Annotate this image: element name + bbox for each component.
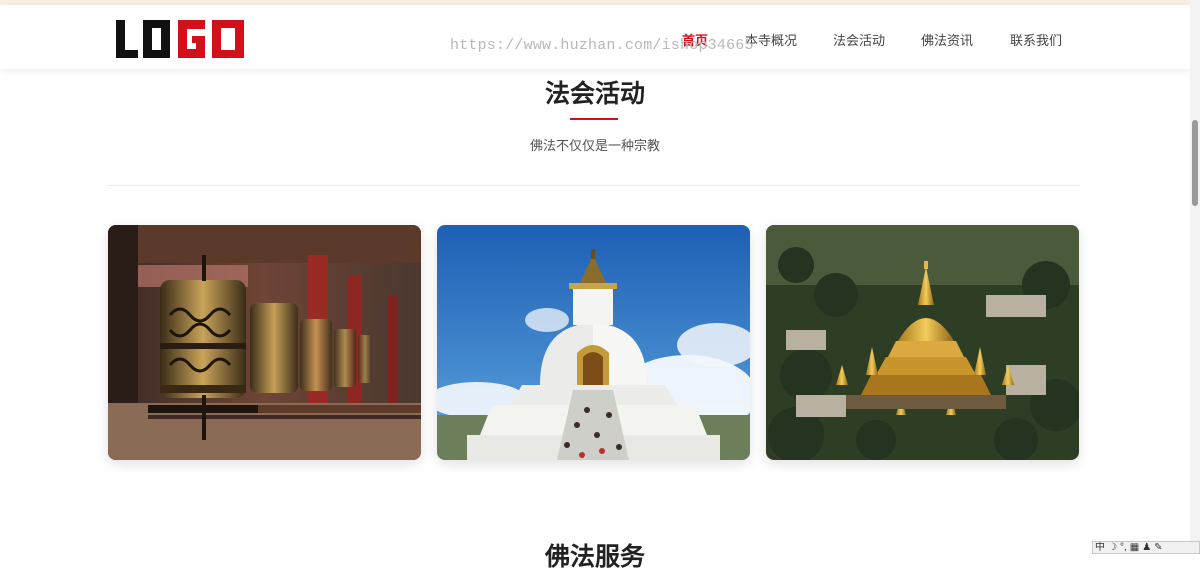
ime-punct-icon[interactable]: °,	[1120, 542, 1127, 553]
ime-user-icon[interactable]: ♟	[1142, 542, 1151, 553]
ime-mode-icon[interactable]: 中	[1095, 542, 1105, 553]
event-card-golden-pagoda[interactable]	[766, 225, 1079, 460]
section-subtitle: 佛法不仅仅是一种宗教	[529, 138, 660, 153]
ime-moon-icon[interactable]: ☽	[1108, 542, 1117, 553]
page-scrollbar[interactable]	[1190, 0, 1200, 554]
watermark-url: https://www.huzhan.com/ishop34665	[450, 37, 754, 54]
section-divider	[107, 185, 1080, 186]
golden-pagoda-photo	[766, 225, 1079, 460]
white-stupa-photo	[437, 225, 750, 460]
next-section-title: 佛法服务	[544, 543, 645, 571]
section-title: 法会活动	[544, 80, 645, 108]
title-underline	[570, 118, 618, 120]
nav-item-news[interactable]: 佛法资讯	[921, 30, 973, 49]
event-card-prayer-wheels[interactable]	[108, 225, 421, 460]
ime-keyboard-icon[interactable]: ▦	[1130, 542, 1139, 553]
nav-item-events[interactable]: 法会活动	[833, 30, 885, 49]
prayer-wheels-photo	[108, 225, 421, 460]
nav-item-contact[interactable]: 联系我们	[1010, 30, 1062, 49]
ime-toolbar[interactable]: 中 ☽ °, ▦ ♟ ✎	[1092, 541, 1200, 554]
scrollbar-thumb[interactable]	[1192, 120, 1198, 206]
ime-settings-icon[interactable]: ✎	[1154, 542, 1162, 553]
event-card-white-stupa[interactable]	[437, 225, 750, 460]
